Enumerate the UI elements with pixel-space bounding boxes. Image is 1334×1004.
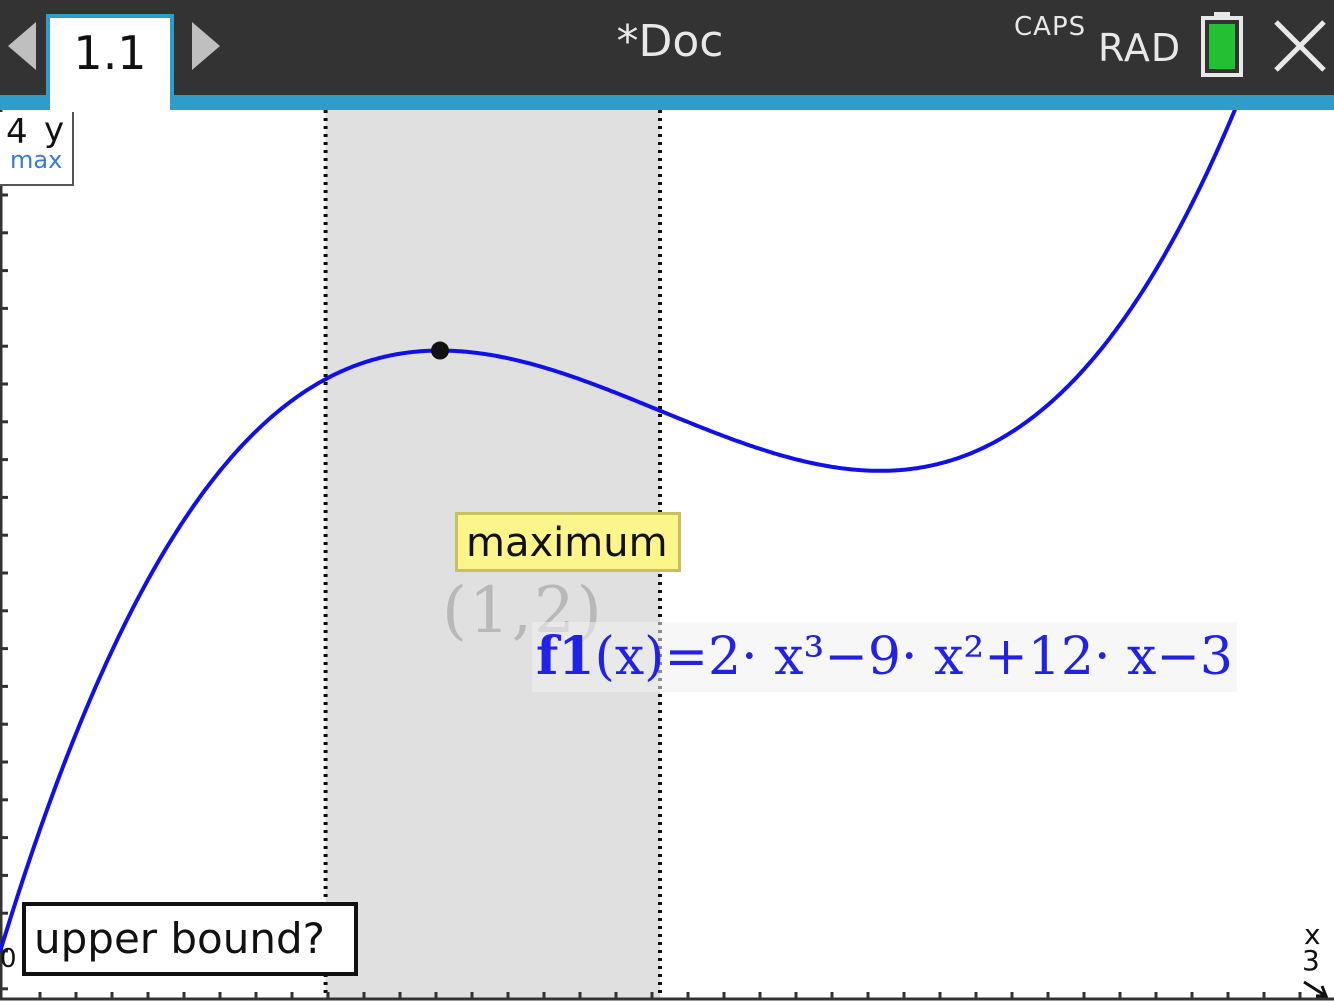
previous-page-arrow-icon[interactable]	[8, 22, 36, 70]
y-axis-label: y	[44, 110, 65, 150]
next-page-arrow-icon[interactable]	[192, 22, 220, 70]
function-expression: (x)=2· x³−9· x²+12· x−3	[594, 627, 1234, 687]
close-icon[interactable]	[1272, 18, 1328, 74]
maximum-label: maximum	[455, 512, 681, 572]
function-name: f1	[536, 626, 595, 687]
x-axis-arrow-icon	[1303, 980, 1329, 998]
maximum-point[interactable]	[431, 341, 449, 360]
battery-icon	[1201, 12, 1243, 77]
document-title: *Doc	[616, 16, 724, 67]
window-xmax-value[interactable]: 3	[1302, 944, 1320, 977]
window-ymax-caption: max	[10, 146, 63, 174]
tab-label: 1.1	[73, 26, 147, 80]
upper-bound-prompt: upper bound?	[22, 902, 358, 976]
caps-indicator: CAPS	[1014, 12, 1087, 42]
accent-bar	[0, 95, 1334, 110]
angle-mode-indicator: RAD	[1098, 26, 1182, 70]
window-xmin-value[interactable]: 0	[0, 944, 17, 974]
tab-page-1-1[interactable]: 1.1	[46, 14, 174, 110]
function-label[interactable]: f1(x)=2· x³−9· x²+12· x−3	[532, 622, 1238, 693]
